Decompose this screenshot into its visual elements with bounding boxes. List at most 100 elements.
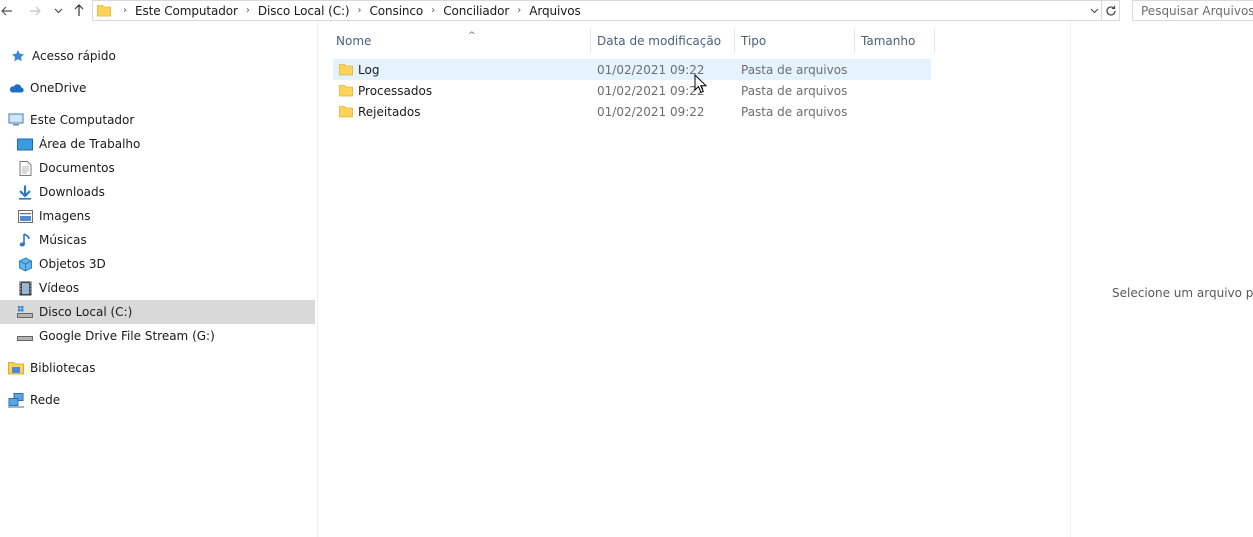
- sidebar-item-label: OneDrive: [30, 81, 87, 95]
- arrow-left-icon: [1, 6, 12, 15]
- table-row[interactable]: Log 01/02/2021 09:22 Pasta de arquivos: [333, 59, 931, 80]
- desktop-icon: [17, 136, 33, 152]
- column-header-label: Data de modificação: [597, 34, 722, 48]
- folder-icon: [339, 84, 353, 97]
- breadcrumb-este-computador[interactable]: Este Computador: [135, 4, 238, 18]
- sidebar-item-label: Documentos: [39, 161, 115, 175]
- arrow-up-icon: [74, 4, 84, 16]
- file-type: Pasta de arquivos: [741, 83, 848, 98]
- chevron-right-icon[interactable]: ›: [431, 5, 435, 16]
- chevron-right-icon[interactable]: ›: [246, 5, 250, 16]
- breadcrumb-arquivos[interactable]: Arquivos: [529, 4, 580, 18]
- column-header-type[interactable]: Tipo: [735, 29, 854, 53]
- sidebar-item-musicas[interactable]: Músicas: [0, 228, 315, 252]
- up-button[interactable]: [71, 0, 87, 21]
- navigation-pane: Acesso rápido OneDrive Este Computador Á…: [0, 21, 318, 537]
- address-bar[interactable]: › Este Computador › Disco Local (C:) › C…: [92, 0, 1102, 21]
- table-row[interactable]: Rejeitados 01/02/2021 09:22 Pasta de arq…: [333, 101, 931, 122]
- file-date: 01/02/2021 09:22: [597, 83, 705, 98]
- sidebar-item-este-computador[interactable]: Este Computador: [0, 108, 315, 132]
- sidebar-item-imagens[interactable]: Imagens: [0, 204, 315, 228]
- column-header-date[interactable]: Data de modificação: [591, 29, 734, 53]
- chevron-right-icon[interactable]: ›: [517, 5, 521, 16]
- preview-pane: Selecione um arquivo para: [1070, 21, 1253, 537]
- sort-ascending-icon: ^: [468, 31, 476, 41]
- refresh-button[interactable]: [1102, 0, 1120, 21]
- image-icon: [17, 208, 33, 224]
- file-list: Nome ^ Data de modificação Tipo Tamanho …: [318, 21, 1070, 537]
- file-type: Pasta de arquivos: [741, 104, 848, 119]
- sidebar-item-label: Downloads: [39, 185, 105, 199]
- address-toolbar: › Este Computador › Disco Local (C:) › C…: [0, 0, 1253, 21]
- breadcrumb-conciliador[interactable]: Conciliador: [443, 4, 509, 18]
- sidebar-item-onedrive[interactable]: OneDrive: [0, 76, 315, 100]
- column-header-label: Tamanho: [861, 34, 916, 48]
- network-icon: [8, 392, 24, 408]
- preview-message: Selecione um arquivo para: [1112, 286, 1253, 300]
- library-icon: [8, 360, 24, 376]
- folder-icon: [339, 63, 353, 76]
- arrow-right-icon: [30, 6, 41, 15]
- cube-icon: [17, 256, 33, 272]
- recent-locations-button[interactable]: [52, 0, 64, 21]
- sidebar-item-label: Rede: [30, 393, 61, 407]
- chevron-down-icon: [1090, 8, 1098, 14]
- sidebar-item-acesso-rapido[interactable]: Acesso rápido: [0, 44, 315, 68]
- sidebar-item-label: Bibliotecas: [30, 361, 96, 375]
- file-name[interactable]: Rejeitados: [358, 105, 421, 119]
- forward-button[interactable]: [28, 0, 42, 21]
- sidebar-item-label: Músicas: [39, 233, 87, 247]
- sidebar-item-label: Disco Local (C:): [39, 305, 133, 319]
- mouse-cursor-icon: [694, 74, 708, 94]
- music-icon: [17, 232, 33, 248]
- folder-icon: [97, 4, 111, 20]
- download-icon: [17, 184, 33, 200]
- search-input[interactable]: [1133, 1, 1253, 20]
- sidebar-item-label: Este Computador: [30, 113, 135, 127]
- breadcrumb-disco-local[interactable]: Disco Local (C:): [258, 4, 350, 18]
- computer-icon: [8, 112, 24, 128]
- refresh-icon: [1105, 5, 1116, 16]
- star-icon: [10, 48, 26, 64]
- breadcrumb: › Este Computador › Disco Local (C:) › C…: [115, 1, 581, 20]
- sidebar-item-rede[interactable]: Rede: [0, 388, 315, 412]
- column-divider[interactable]: [934, 29, 935, 53]
- cloud-icon: [8, 80, 24, 96]
- column-header-label: Nome: [336, 34, 372, 48]
- sidebar-item-videos[interactable]: Vídeos: [0, 276, 315, 300]
- drive-icon: [17, 304, 33, 320]
- sidebar-item-bibliotecas[interactable]: Bibliotecas: [0, 356, 315, 380]
- sidebar-item-disco-local[interactable]: Disco Local (C:): [0, 300, 315, 324]
- folder-icon: [339, 105, 353, 118]
- sidebar-item-label: Vídeos: [39, 281, 80, 295]
- table-row[interactable]: Processados 01/02/2021 09:22 Pasta de ar…: [333, 80, 931, 101]
- sidebar-item-area-de-trabalho[interactable]: Área de Trabalho: [0, 132, 315, 156]
- sidebar-item-label: Imagens: [39, 209, 91, 223]
- sidebar-item-label: Área de Trabalho: [39, 137, 141, 151]
- sidebar-item-label: Acesso rápido: [32, 49, 116, 63]
- breadcrumb-consinco[interactable]: Consinco: [370, 4, 424, 18]
- sidebar-item-label: Objetos 3D: [39, 257, 106, 271]
- sidebar-item-objetos-3d[interactable]: Objetos 3D: [0, 252, 315, 276]
- address-dropdown-button[interactable]: [1087, 1, 1101, 20]
- file-date: 01/02/2021 09:22: [597, 62, 705, 77]
- drive-icon: [17, 328, 33, 344]
- chevron-right-icon[interactable]: ›: [123, 5, 127, 16]
- sidebar-item-label: Google Drive File Stream (G:): [39, 329, 215, 343]
- file-type: Pasta de arquivos: [741, 62, 848, 77]
- document-icon: [17, 160, 33, 176]
- sidebar-item-google-drive[interactable]: Google Drive File Stream (G:): [0, 324, 315, 348]
- sidebar-item-downloads[interactable]: Downloads: [0, 180, 315, 204]
- column-header-label: Tipo: [741, 34, 767, 48]
- chevron-down-icon: [54, 8, 62, 14]
- file-name[interactable]: Log: [358, 63, 379, 77]
- sidebar-item-documentos[interactable]: Documentos: [0, 156, 315, 180]
- column-header-name[interactable]: Nome ^: [330, 29, 590, 53]
- chevron-right-icon[interactable]: ›: [358, 5, 362, 16]
- file-name[interactable]: Processados: [358, 84, 432, 98]
- video-icon: [17, 280, 33, 296]
- file-date: 01/02/2021 09:22: [597, 104, 705, 119]
- column-header-size[interactable]: Tamanho: [855, 29, 934, 53]
- search-box[interactable]: [1132, 0, 1253, 21]
- back-button[interactable]: [0, 0, 14, 21]
